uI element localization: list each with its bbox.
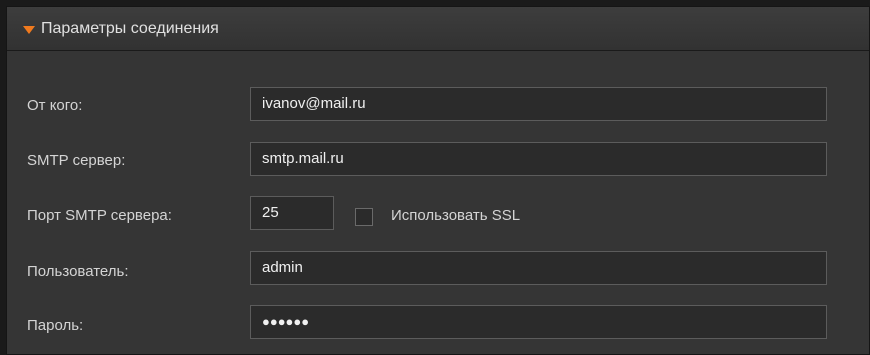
smtp-port-input[interactable]: 25 (250, 196, 334, 230)
smtp-server-input[interactable]: smtp.mail.ru (250, 142, 827, 176)
section-header[interactable]: Параметры соединения (7, 7, 869, 51)
from-label: От кого: (27, 97, 83, 114)
triangle-down-icon[interactable] (23, 26, 35, 34)
user-input[interactable]: admin (250, 251, 827, 285)
from-input[interactable]: ivanov@mail.ru (250, 87, 827, 121)
section-title: Параметры соединения (41, 20, 219, 37)
smtp-port-label: Порт SMTP сервера: (27, 207, 172, 224)
smtp-server-label: SMTP сервер: (27, 152, 126, 169)
connection-settings-panel: Параметры соединения От кого: ivanov@mai… (6, 6, 870, 355)
use-ssl-checkbox[interactable] (355, 208, 373, 226)
use-ssl-label[interactable]: Использовать SSL (391, 207, 520, 224)
section-body: От кого: ivanov@mail.ru SMTP сервер: smt… (7, 51, 869, 354)
password-input[interactable]: ●●●●●● (250, 305, 827, 339)
password-label: Пароль: (27, 317, 84, 334)
user-label: Пользователь: (27, 263, 129, 280)
